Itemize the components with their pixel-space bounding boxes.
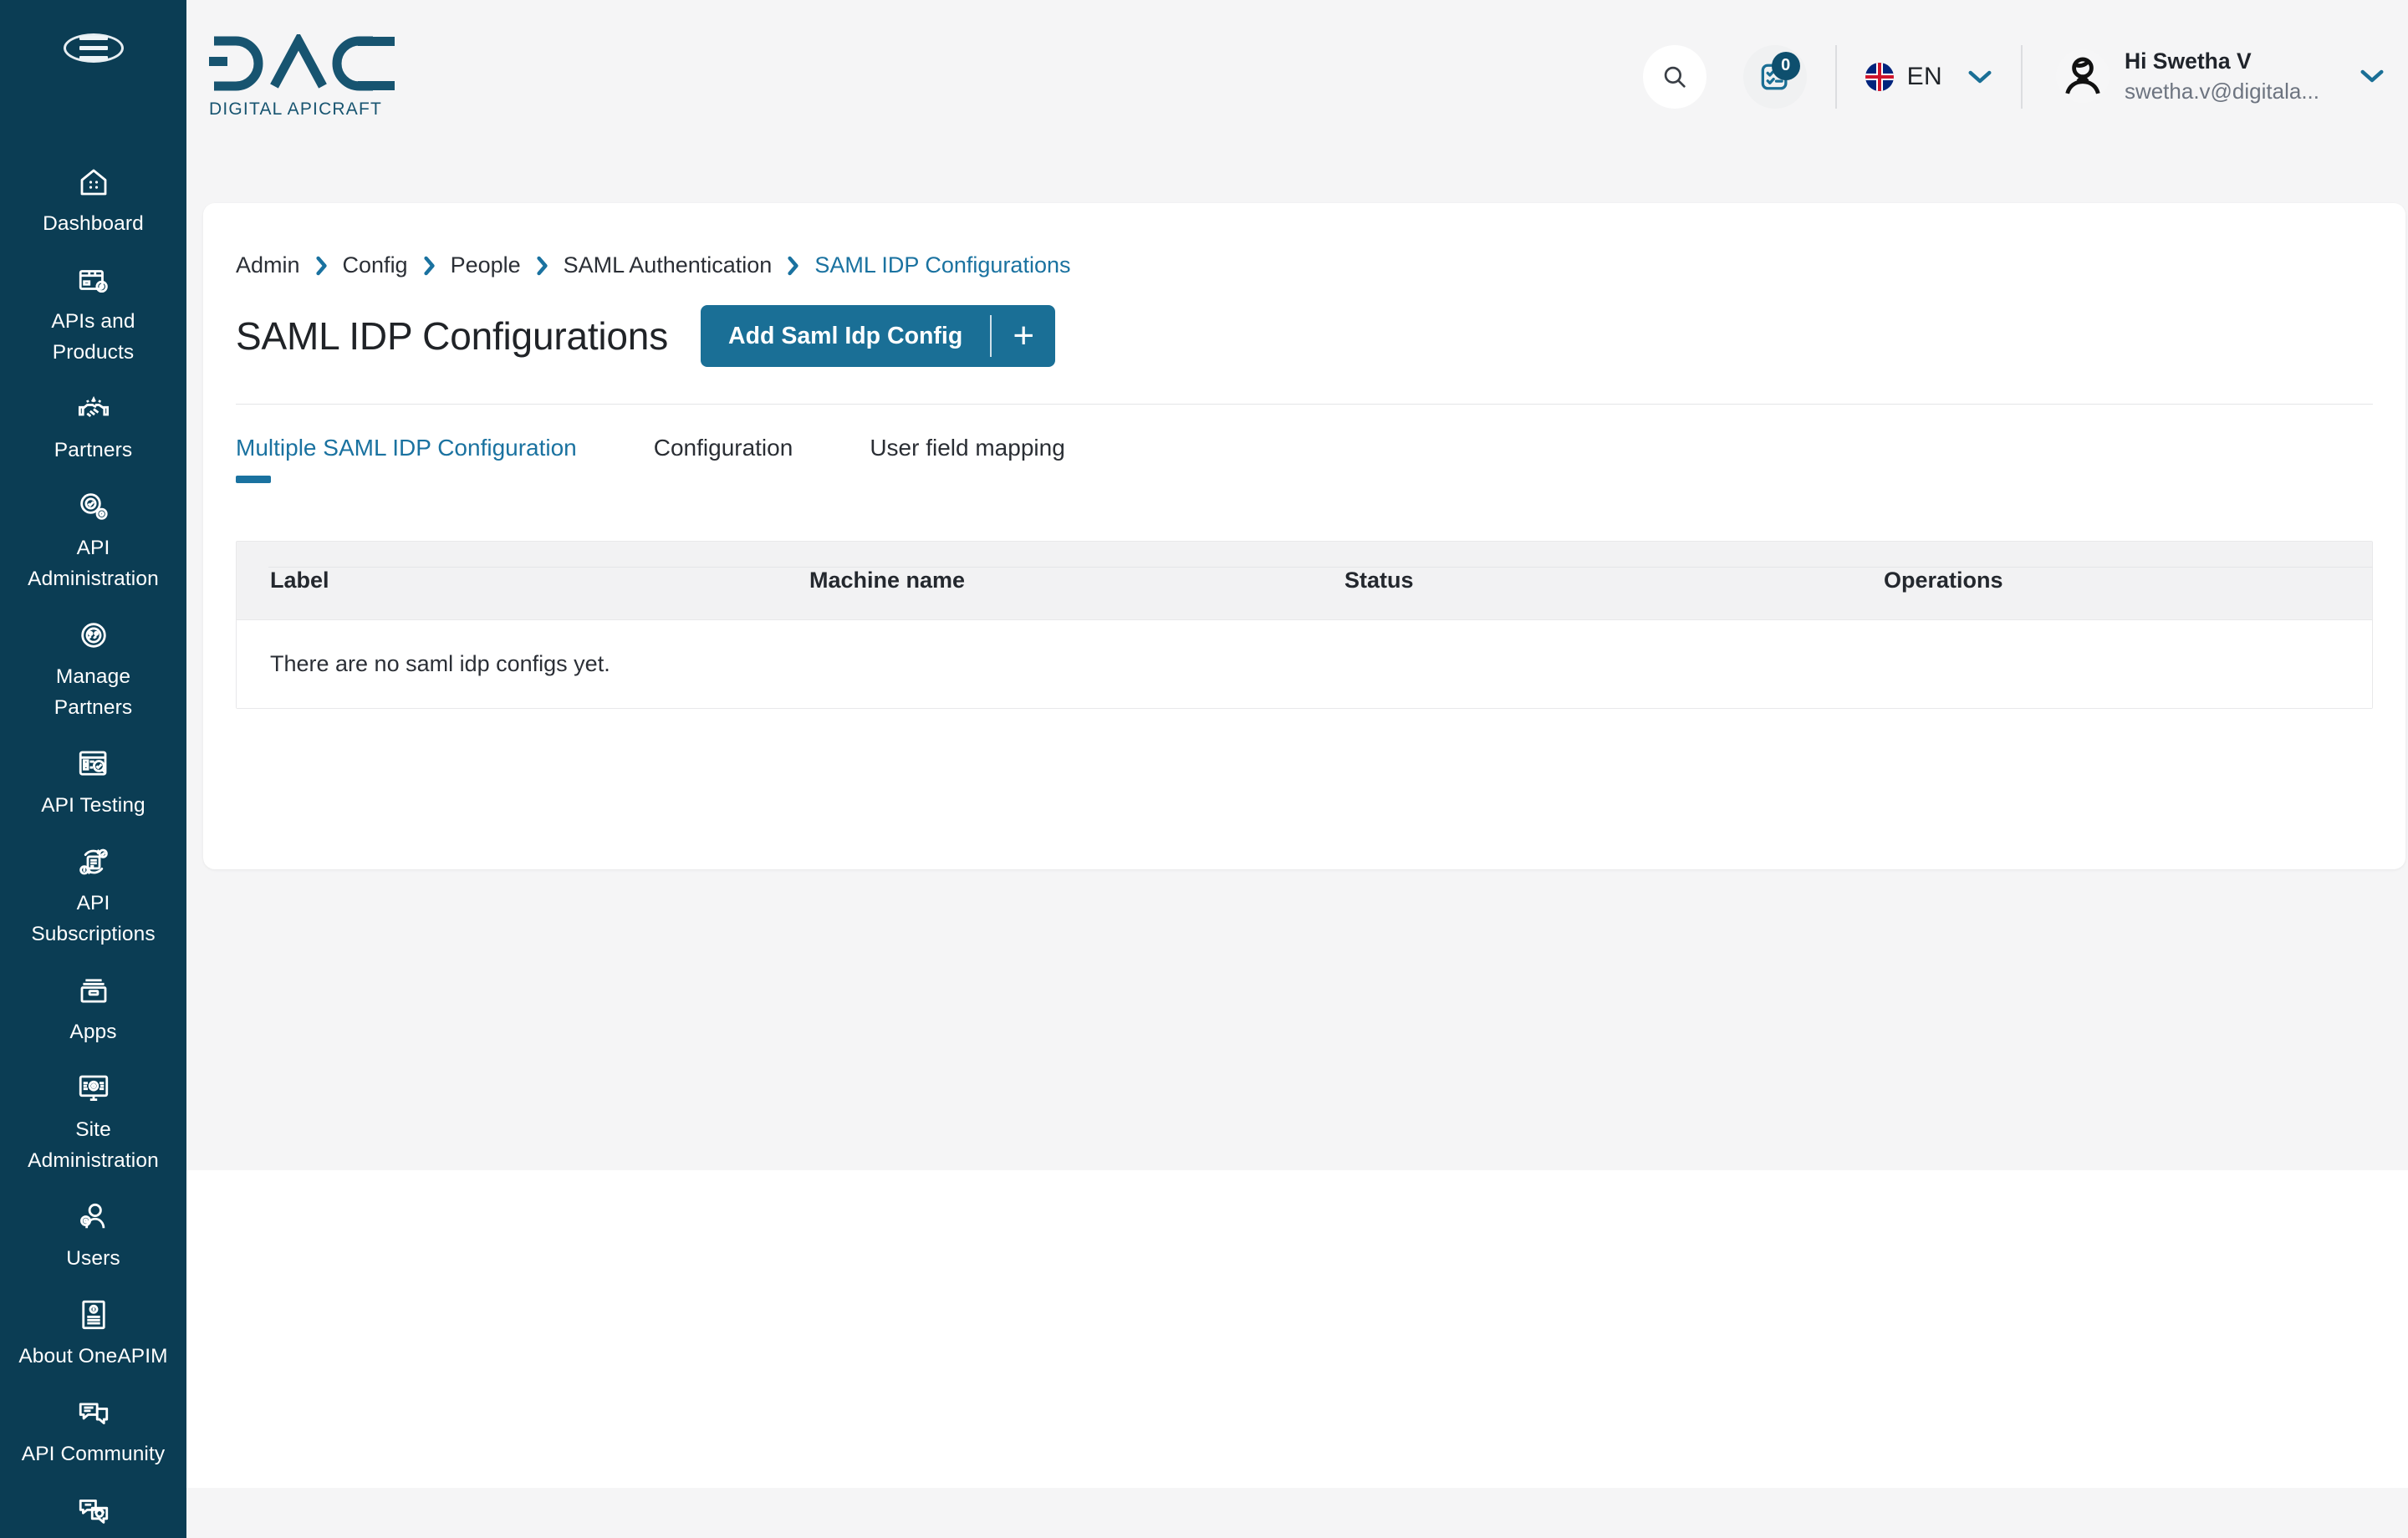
chevron-right-icon	[786, 255, 800, 277]
topbar-divider	[1834, 44, 1837, 109]
avatar	[2055, 49, 2110, 104]
column-header-operations: Operations	[1884, 568, 2003, 593]
user-greeting: Hi Swetha V	[2124, 48, 2252, 74]
table-empty-row: There are no saml idp configs yet.	[237, 619, 2372, 708]
brand-logo[interactable]: DIGITAL APICRAFT	[209, 34, 406, 124]
monitor-gear-icon	[74, 1069, 113, 1108]
sidebar-item-label: Partners	[54, 439, 133, 461]
home-dashboard-icon	[74, 163, 113, 201]
sidebar-item-label: APIs and Products	[51, 310, 135, 364]
sidebar-nav-list: Dashboard APIs and Products Partners API…	[0, 153, 186, 1538]
support-headset-icon	[74, 1491, 113, 1530]
brand-logo-subtitle: DIGITAL APICRAFT	[209, 98, 406, 124]
search-icon	[1664, 66, 1686, 88]
language-chevron-down-icon[interactable]	[1967, 69, 1992, 84]
user-info: Hi Swetha V swetha.v@digitala...	[2125, 48, 2319, 104]
svg-text:DIGITAL APICRAFT: DIGITAL APICRAFT	[209, 99, 382, 119]
content-card: Admin Config People SAML Authentication …	[203, 203, 2405, 869]
language-code: EN	[1906, 62, 1942, 90]
page-title: SAML IDP Configurations	[236, 314, 668, 358]
sidebar-item-users[interactable]: Users	[0, 1188, 186, 1286]
top-bar: DIGITAL APICRAFT 0 EN Hi Swetha V swetha…	[186, 0, 2408, 153]
handshake-icon	[74, 390, 113, 428]
sidebar-item-label: API Subscriptions	[31, 892, 156, 945]
subscription-cycle-icon	[74, 843, 113, 881]
breadcrumb-item-saml-authentication[interactable]: SAML Authentication	[564, 252, 773, 278]
sidebar-item-label: Apps	[69, 1021, 117, 1043]
tasks-badge: 0	[1771, 51, 1800, 80]
tab-bar: Multiple SAML IDP Configuration Configur…	[236, 405, 2405, 568]
sidebar-item-dashboard[interactable]: Dashboard	[0, 153, 186, 251]
add-saml-idp-config-label: Add Saml Idp Config	[728, 322, 963, 349]
user-gear-icon	[74, 1198, 113, 1236]
top-bar-actions: 0 EN Hi Swetha V swetha.v@digitala...	[1642, 0, 2385, 153]
sidebar-item-label: Dashboard	[43, 212, 144, 235]
sidebar-item-label: About OneAPIM	[18, 1345, 168, 1367]
hamburger-icon[interactable]	[63, 33, 124, 63]
column-header-status: Status	[1344, 568, 1414, 593]
chevron-right-icon	[535, 255, 549, 277]
sidebar-item-apis-and-products[interactable]: APIs and Products	[0, 251, 186, 379]
hamburger-bar	[79, 56, 108, 60]
sidebar: Dashboard APIs and Products Partners API…	[0, 0, 186, 1538]
document-search-icon	[74, 745, 113, 783]
sidebar-item-label: API Community	[21, 1443, 166, 1465]
dac-logo-mark	[209, 34, 395, 91]
hamburger-bar	[79, 46, 108, 50]
sidebar-item-apps[interactable]: Apps	[0, 961, 186, 1059]
user-chevron-down-icon[interactable]	[2360, 69, 2385, 84]
user-menu[interactable]: Hi Swetha V swetha.v@digitala...	[2055, 48, 2385, 104]
column-header-label: Label	[270, 568, 329, 593]
tab-bar-underline	[268, 567, 2373, 568]
sidebar-item-site-administration[interactable]: Site Administration	[0, 1059, 186, 1188]
page-lower-white-band	[186, 1170, 2408, 1488]
sidebar-item-label: Users	[66, 1247, 120, 1270]
package-gear-icon	[74, 261, 113, 299]
sidebar-item-partners[interactable]: Partners	[0, 379, 186, 477]
sidebar-item-support[interactable]: Support	[0, 1481, 186, 1538]
table-header-row: Label Machine name Status Operations	[237, 542, 2372, 619]
sidebar-item-label: Site Administration	[28, 1118, 159, 1172]
breadcrumb-item-saml-idp-configurations[interactable]: SAML IDP Configurations	[814, 252, 1070, 278]
page-header-row: SAML IDP Configurations Add Saml Idp Con…	[236, 305, 2405, 367]
app-root: Dashboard APIs and Products Partners API…	[0, 0, 2408, 1538]
sidebar-item-label: API Testing	[41, 794, 145, 817]
page-footer-band	[186, 1488, 2408, 1538]
table-empty-message: There are no saml idp configs yet.	[270, 651, 610, 676]
add-saml-idp-config-button[interactable]: Add Saml Idp Config +	[701, 305, 1056, 367]
sidebar-item-about-oneapim[interactable]: About OneAPIM	[0, 1286, 186, 1383]
topbar-divider	[2020, 44, 2023, 109]
column-header-machine-name: Machine name	[809, 568, 966, 593]
sidebar-item-api-subscriptions[interactable]: API Subscriptions	[0, 833, 186, 961]
digital-apicraft-wordmark: DIGITAL APICRAFT	[209, 99, 382, 119]
archive-box-icon	[74, 971, 113, 1010]
sidebar-item-label: API Administration	[28, 537, 159, 590]
breadcrumb-item-people[interactable]: People	[451, 252, 521, 278]
tasks-button[interactable]: 0	[1742, 44, 1807, 109]
breadcrumb: Admin Config People SAML Authentication …	[236, 252, 2405, 278]
sidebar-item-manage-partners[interactable]: Manage Partners	[0, 606, 186, 735]
sidebar-item-label: Manage Partners	[54, 665, 133, 719]
sidebar-item-api-community[interactable]: API Community	[0, 1383, 186, 1481]
hamburger-bar	[79, 36, 108, 40]
chevron-right-icon	[422, 255, 436, 277]
sidebar-item-api-testing[interactable]: API Testing	[0, 735, 186, 833]
tab-configuration[interactable]: Configuration	[654, 435, 793, 483]
tab-user-field-mapping[interactable]: User field mapping	[870, 435, 1064, 483]
user-email: swetha.v@digitala...	[2124, 78, 2319, 104]
gear-check-icon	[74, 487, 113, 526]
breadcrumb-item-admin[interactable]: Admin	[236, 252, 300, 278]
uk-flag-icon	[1865, 62, 1894, 91]
plus-icon[interactable]: +	[992, 305, 1055, 367]
sidebar-item-api-administration[interactable]: API Administration	[0, 477, 186, 606]
breadcrumb-item-config[interactable]: Config	[343, 252, 408, 278]
info-document-icon	[74, 1296, 113, 1334]
language-selector[interactable]: EN	[1865, 62, 1942, 91]
search-button[interactable]	[1642, 44, 1707, 109]
gear-people-icon	[74, 616, 113, 654]
chat-bubbles-icon	[74, 1393, 113, 1432]
chevron-right-icon	[314, 255, 329, 277]
tab-multiple-saml-idp-configuration[interactable]: Multiple SAML IDP Configuration	[236, 435, 577, 483]
